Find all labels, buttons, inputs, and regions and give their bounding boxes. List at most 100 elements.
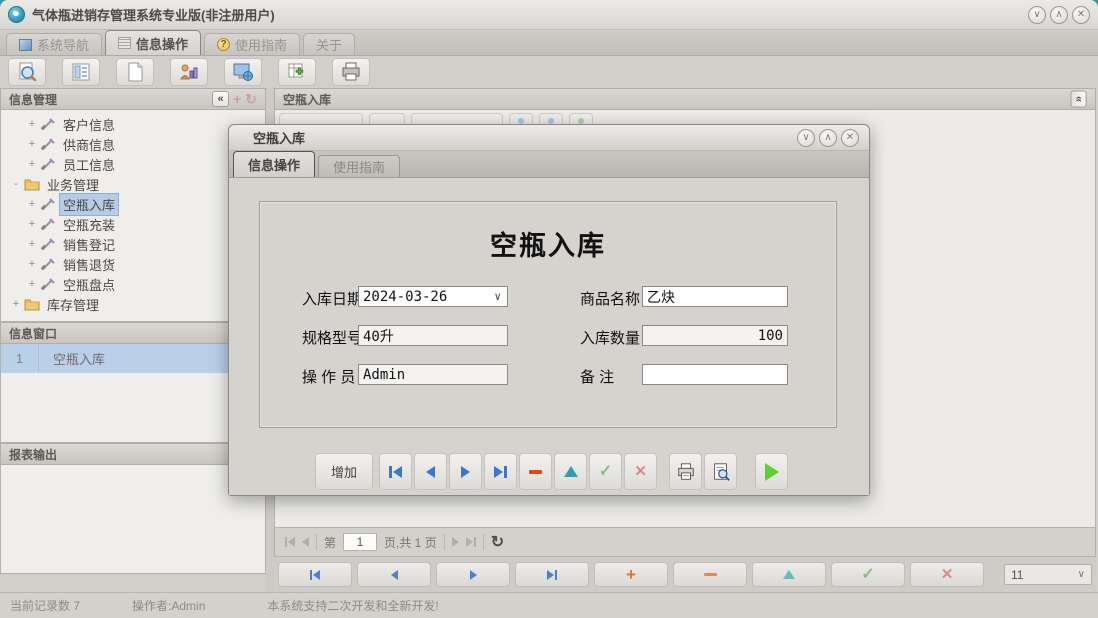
page-prev-button[interactable] (302, 537, 309, 547)
tab-system-nav[interactable]: 系统导航 (6, 33, 102, 55)
remark-input[interactable] (642, 364, 788, 385)
record-last-button[interactable] (515, 562, 589, 587)
main-toolbar (0, 56, 1098, 88)
tree-item-sales-return[interactable]: + 销售退货 (1, 254, 265, 274)
user-chart-button[interactable] (170, 58, 208, 86)
tree-item-label: 销售退货 (60, 254, 118, 275)
spec-model-input[interactable] (358, 325, 508, 346)
expander-icon[interactable]: + (11, 298, 21, 310)
inbound-date-select[interactable]: 2024-03-26 ∨ (358, 286, 508, 307)
tree-item-business-mgmt[interactable]: - 业务管理 (1, 174, 265, 194)
preview-button[interactable] (704, 453, 737, 490)
nav-last-button[interactable] (484, 453, 517, 490)
run-button[interactable] (755, 453, 788, 490)
table-add-button[interactable] (278, 58, 316, 86)
info-window-row[interactable]: 1 空瓶入库 (1, 344, 265, 373)
tree-item-bottle-stocktake[interactable]: + 空瓶盘点 (1, 274, 265, 294)
expander-icon[interactable]: + (27, 238, 37, 250)
info-window-title: 信息窗口 (9, 325, 57, 342)
search-button[interactable] (8, 58, 46, 86)
dialog-tab-user-guide[interactable]: 使用指南 (318, 155, 400, 177)
record-next-button[interactable] (436, 562, 510, 587)
dialog-minimize-button[interactable]: ∨ (797, 129, 815, 147)
title-bar: 气体瓶进销存管理系统专业版(非注册用户) ∨ ∧ ✕ (0, 0, 1098, 30)
collapse-panel-button[interactable]: « (212, 91, 229, 107)
status-bar: 当前记录数 7 操作者:Admin 本系统支持二次开发和全新开发! (0, 592, 1098, 618)
page-number-input[interactable] (343, 533, 377, 551)
tree-item-bottle-filling[interactable]: + 空瓶充装 (1, 214, 265, 234)
add-button[interactable]: 增加 (315, 453, 373, 490)
tree-item-label: 空瓶入库 (60, 194, 118, 215)
page-first-button[interactable] (285, 537, 295, 547)
row-index: 1 (1, 344, 39, 373)
nav-prev-button[interactable] (414, 453, 447, 490)
printer-button[interactable] (332, 58, 370, 86)
inbound-form: 空瓶入库 入库日期 2024-03-26 ∨ 商品名称 规格型号 入库数量 (259, 201, 837, 428)
record-delete-button[interactable] (673, 562, 747, 587)
dialog-button-bar: 增加 ✓ ✕ (315, 453, 788, 490)
form-button[interactable] (62, 58, 100, 86)
expander-icon[interactable]: - (11, 178, 21, 190)
expander-icon[interactable]: + (27, 198, 37, 210)
inbound-qty-input[interactable] (642, 325, 788, 346)
tree-item-sales-register[interactable]: + 销售登记 (1, 234, 265, 254)
page-prefix-label: 第 (324, 534, 336, 551)
refresh-tree-icon[interactable]: ↻ (245, 91, 257, 107)
separator (444, 534, 445, 550)
info-mgmt-title: 信息管理 (9, 91, 57, 108)
dialog-title-bar[interactable]: 空瓶入库 ∨ ∧ ✕ (229, 125, 869, 151)
restore-button[interactable]: ∧ (1050, 6, 1068, 24)
record-cancel-button[interactable]: ✕ (910, 562, 984, 587)
delete-button[interactable] (519, 453, 552, 490)
nav-first-button[interactable] (379, 453, 412, 490)
expander-icon[interactable]: + (27, 278, 37, 290)
left-panel: 信息管理 « + ↻ + 客户信息 + 供商信息 (0, 88, 266, 592)
pagination-bar: 第 页,共 1 页 ↻ (274, 528, 1096, 557)
tree-item-empty-bottle-inbound[interactable]: + 空瓶入库 (1, 194, 265, 214)
info-window-list: 1 空瓶入库 (0, 344, 266, 443)
cancel-button[interactable]: ✕ (624, 453, 657, 490)
save-button[interactable]: ✓ (589, 453, 622, 490)
operator-input[interactable] (358, 364, 508, 385)
expander-icon[interactable]: + (27, 218, 37, 230)
dialog-title: 空瓶入库 (253, 128, 305, 147)
edit-button[interactable] (554, 453, 587, 490)
record-count-label: 当前记录数 7 (10, 597, 80, 614)
record-prev-button[interactable] (357, 562, 431, 587)
monitor-globe-icon (232, 61, 254, 83)
expander-icon[interactable]: + (27, 258, 37, 270)
expander-icon[interactable]: + (27, 118, 37, 130)
tools-icon (40, 117, 56, 131)
record-save-button[interactable]: ✓ (831, 562, 905, 587)
monitor-button[interactable] (224, 58, 262, 86)
tab-about[interactable]: 关于 (303, 33, 355, 55)
add-node-icon[interactable]: + (233, 91, 241, 107)
tab-user-guide[interactable]: ? 使用指南 (204, 33, 300, 55)
nav-next-button[interactable] (449, 453, 482, 490)
dialog-restore-button[interactable]: ∧ (819, 129, 837, 147)
record-add-button[interactable]: + (594, 562, 668, 587)
dialog-close-button[interactable]: ✕ (841, 129, 859, 147)
tab-info-operation[interactable]: 信息操作 (105, 30, 201, 55)
product-name-input[interactable] (642, 286, 788, 307)
refresh-icon[interactable]: ↻ (491, 532, 504, 552)
collapse-up-button[interactable]: « (1071, 91, 1087, 108)
tree-item-inventory-mgmt[interactable]: + 库存管理 (1, 294, 265, 314)
tree-item-supplier-info[interactable]: + 供商信息 (1, 134, 265, 154)
expander-icon[interactable]: + (27, 158, 37, 170)
close-button[interactable]: ✕ (1072, 6, 1090, 24)
record-edit-button[interactable] (752, 562, 826, 587)
page-last-button[interactable] (466, 537, 476, 547)
edit-triangle-icon (783, 570, 795, 579)
page-next-button[interactable] (452, 537, 459, 547)
record-first-button[interactable] (278, 562, 352, 587)
minimize-button[interactable]: ∨ (1028, 6, 1046, 24)
expander-icon[interactable]: + (27, 138, 37, 150)
tree-item-employee-info[interactable]: + 员工信息 (1, 154, 265, 174)
document-button[interactable] (116, 58, 154, 86)
page-size-select[interactable]: 11 ∨ (1004, 564, 1092, 585)
tree-item-customer-info[interactable]: + 客户信息 (1, 114, 265, 134)
dialog-tab-info-operation[interactable]: 信息操作 (233, 151, 315, 177)
tools-icon (40, 257, 56, 271)
print-button[interactable] (669, 453, 702, 490)
